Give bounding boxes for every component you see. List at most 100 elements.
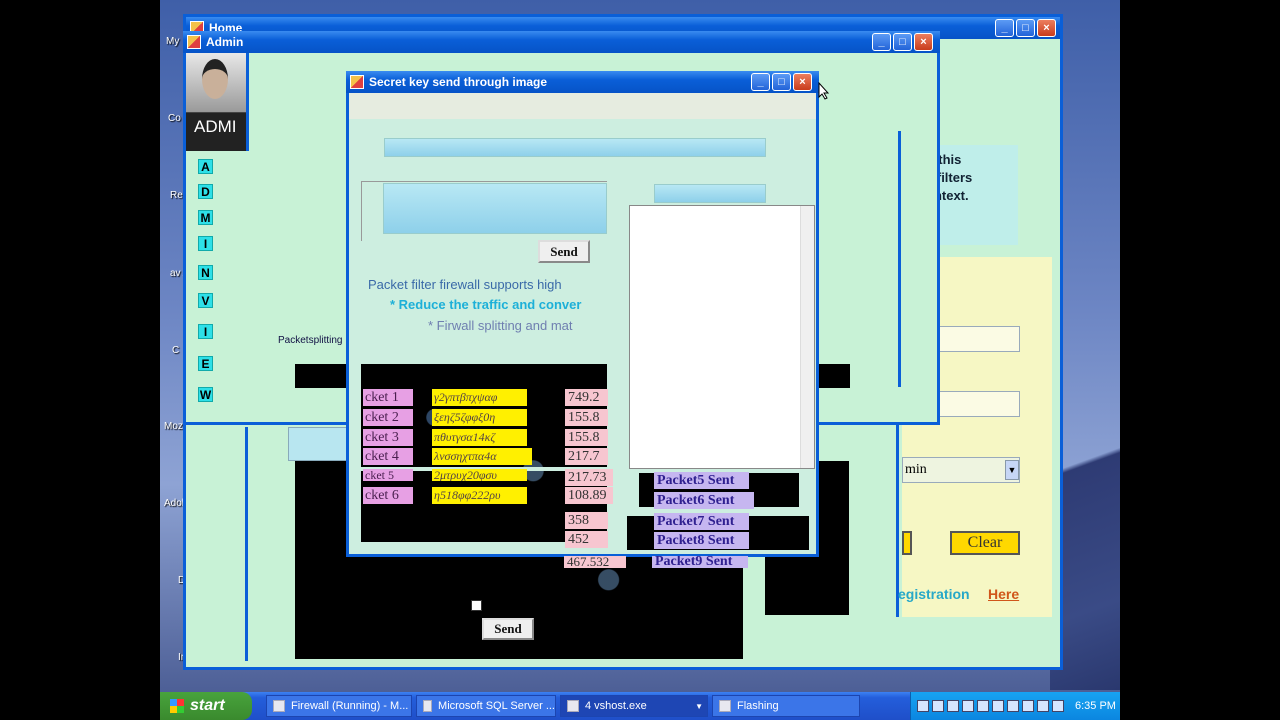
close-icon[interactable]: × [793, 73, 812, 91]
clock[interactable]: 6:35 PM [1075, 700, 1116, 712]
packet-label: cket 2 [363, 409, 413, 426]
role-select-value: min [905, 462, 927, 477]
tray-icon[interactable] [1052, 700, 1064, 712]
packet-value: 155.8 [565, 429, 608, 446]
avatar-face [202, 59, 228, 99]
chevron-down-icon[interactable]: ▼ [1005, 460, 1019, 480]
nav-letter[interactable]: N [198, 265, 213, 280]
image-preview[interactable] [383, 183, 607, 234]
tray-icon[interactable] [947, 700, 959, 712]
desktop-icon-label[interactable]: My [166, 36, 179, 47]
sent-status: Packet8 Sent [654, 532, 749, 549]
packet-loss-checkbox[interactable]: Packet Loss [471, 598, 559, 613]
task-vshost[interactable]: 4 vshost.exe ▼ [560, 695, 708, 717]
tray-icon[interactable] [962, 700, 974, 712]
nav-letter[interactable]: I [198, 236, 213, 251]
image-panel [361, 181, 607, 241]
nav-letter[interactable]: W [198, 387, 213, 402]
secret-key-bar[interactable] [384, 138, 766, 157]
checkbox-box[interactable] [471, 600, 482, 611]
clear-button[interactable]: Clear [950, 531, 1020, 555]
desktop-icon-label[interactable]: Moz [164, 421, 183, 432]
task-flashing[interactable]: Flashing [712, 695, 860, 717]
close-icon[interactable]: × [1037, 19, 1056, 37]
description-line: * Reduce the traffic and conver [390, 297, 582, 312]
tray-icon[interactable] [1037, 700, 1049, 712]
packet-value: 358 [565, 512, 608, 529]
system-tray: 6:35 PM [910, 692, 1120, 720]
secret-title: Secret key send through image [369, 75, 548, 89]
app-icon [350, 75, 364, 89]
packet-key: ξεηζ5ζφφξ0η [432, 409, 527, 426]
packet-label: cket 4 [363, 448, 413, 465]
app-icon [273, 700, 285, 712]
close-icon[interactable]: × [914, 33, 933, 51]
packet-loss-label: Packet Loss [488, 598, 559, 613]
packet-value: 217.73 [565, 469, 613, 486]
divider [245, 427, 248, 661]
task-firewall[interactable]: Firewall (Running) - M... [266, 695, 412, 717]
admin-title: Admin [206, 35, 244, 49]
packet-label: cket 3 [363, 429, 413, 446]
desktop-icon-label[interactable]: Re [170, 190, 183, 201]
admin-titlebar[interactable]: Admin _ □ × [183, 31, 940, 53]
start-label: start [190, 697, 225, 714]
task-label: Firewall (Running) - M... [291, 700, 409, 712]
sent-status: Packet9 Sent [652, 556, 748, 568]
nav-letter[interactable]: M [198, 210, 213, 225]
login-button[interactable] [902, 531, 912, 555]
tray-icon[interactable] [977, 700, 989, 712]
packet-key: λνσσηχτπα4α [432, 448, 532, 465]
taskbar: start Firewall (Running) - M... Microsof… [160, 692, 1120, 720]
packet-key: πθυτγσα14κζ [432, 429, 527, 446]
scrollbar[interactable] [800, 206, 814, 468]
desktop-icon-label[interactable]: C [172, 345, 179, 356]
packet-key: γ2γπτβπχψαφ [432, 389, 527, 406]
role-select[interactable]: min ▼ [902, 457, 1020, 483]
secret-key-output-bar[interactable] [654, 184, 766, 203]
app-icon [567, 700, 579, 712]
nav-letter[interactable]: A [198, 159, 213, 174]
task-label: 4 vshost.exe [585, 700, 647, 712]
received-listbox[interactable] [629, 205, 815, 469]
tray-icon[interactable] [932, 700, 944, 712]
registration-text: egistration [898, 586, 970, 602]
screen: My Co Re av A C Moz Adob D In Home _ □ ×… [0, 0, 1280, 720]
windows-logo-icon [170, 699, 184, 713]
nav-letter[interactable]: D [198, 184, 213, 199]
nav-letter[interactable]: V [198, 293, 213, 308]
start-button[interactable]: start [160, 692, 252, 720]
mouse-cursor-icon [818, 82, 830, 100]
minimize-icon[interactable]: _ [751, 73, 770, 91]
divider [898, 131, 901, 387]
packet-key: 2μτρυχ20φσυ [432, 469, 527, 481]
secret-send-button[interactable]: Send [538, 240, 590, 263]
packetsplitting-label: Packetsplitting [278, 335, 343, 346]
packet-label: cket 1 [363, 389, 413, 406]
packet-send-button[interactable]: Send [482, 618, 534, 640]
sent-status: Packet5 Sent [654, 472, 749, 489]
task-sql-server[interactable]: Microsoft SQL Server ... [416, 695, 556, 717]
secret-toolbar [349, 93, 816, 119]
maximize-icon[interactable]: □ [893, 33, 912, 51]
secret-titlebar[interactable]: Secret key send through image _ □ × [346, 71, 819, 93]
packet-value: 749.2 [565, 389, 608, 406]
minimize-icon[interactable]: _ [995, 19, 1014, 37]
maximize-icon[interactable]: □ [772, 73, 791, 91]
packet-value: 452 [565, 531, 608, 548]
chevron-down-icon[interactable]: ▼ [695, 702, 703, 711]
desktop-icon-label[interactable]: Co [168, 113, 181, 124]
tray-icon[interactable] [1022, 700, 1034, 712]
app-icon [423, 700, 433, 712]
tray-icon[interactable] [1007, 700, 1019, 712]
avatar-label: ADMI [194, 117, 237, 136]
nav-letter[interactable]: E [198, 356, 213, 371]
minimize-icon[interactable]: _ [872, 33, 891, 51]
tray-icon[interactable] [992, 700, 1004, 712]
tray-icon[interactable] [917, 700, 929, 712]
here-link[interactable]: Here [988, 586, 1019, 602]
maximize-icon[interactable]: □ [1016, 19, 1035, 37]
task-label: Microsoft SQL Server ... [438, 700, 555, 712]
nav-letter[interactable]: I [198, 324, 213, 339]
packet-key: η518φφ222ρυ [432, 487, 527, 504]
